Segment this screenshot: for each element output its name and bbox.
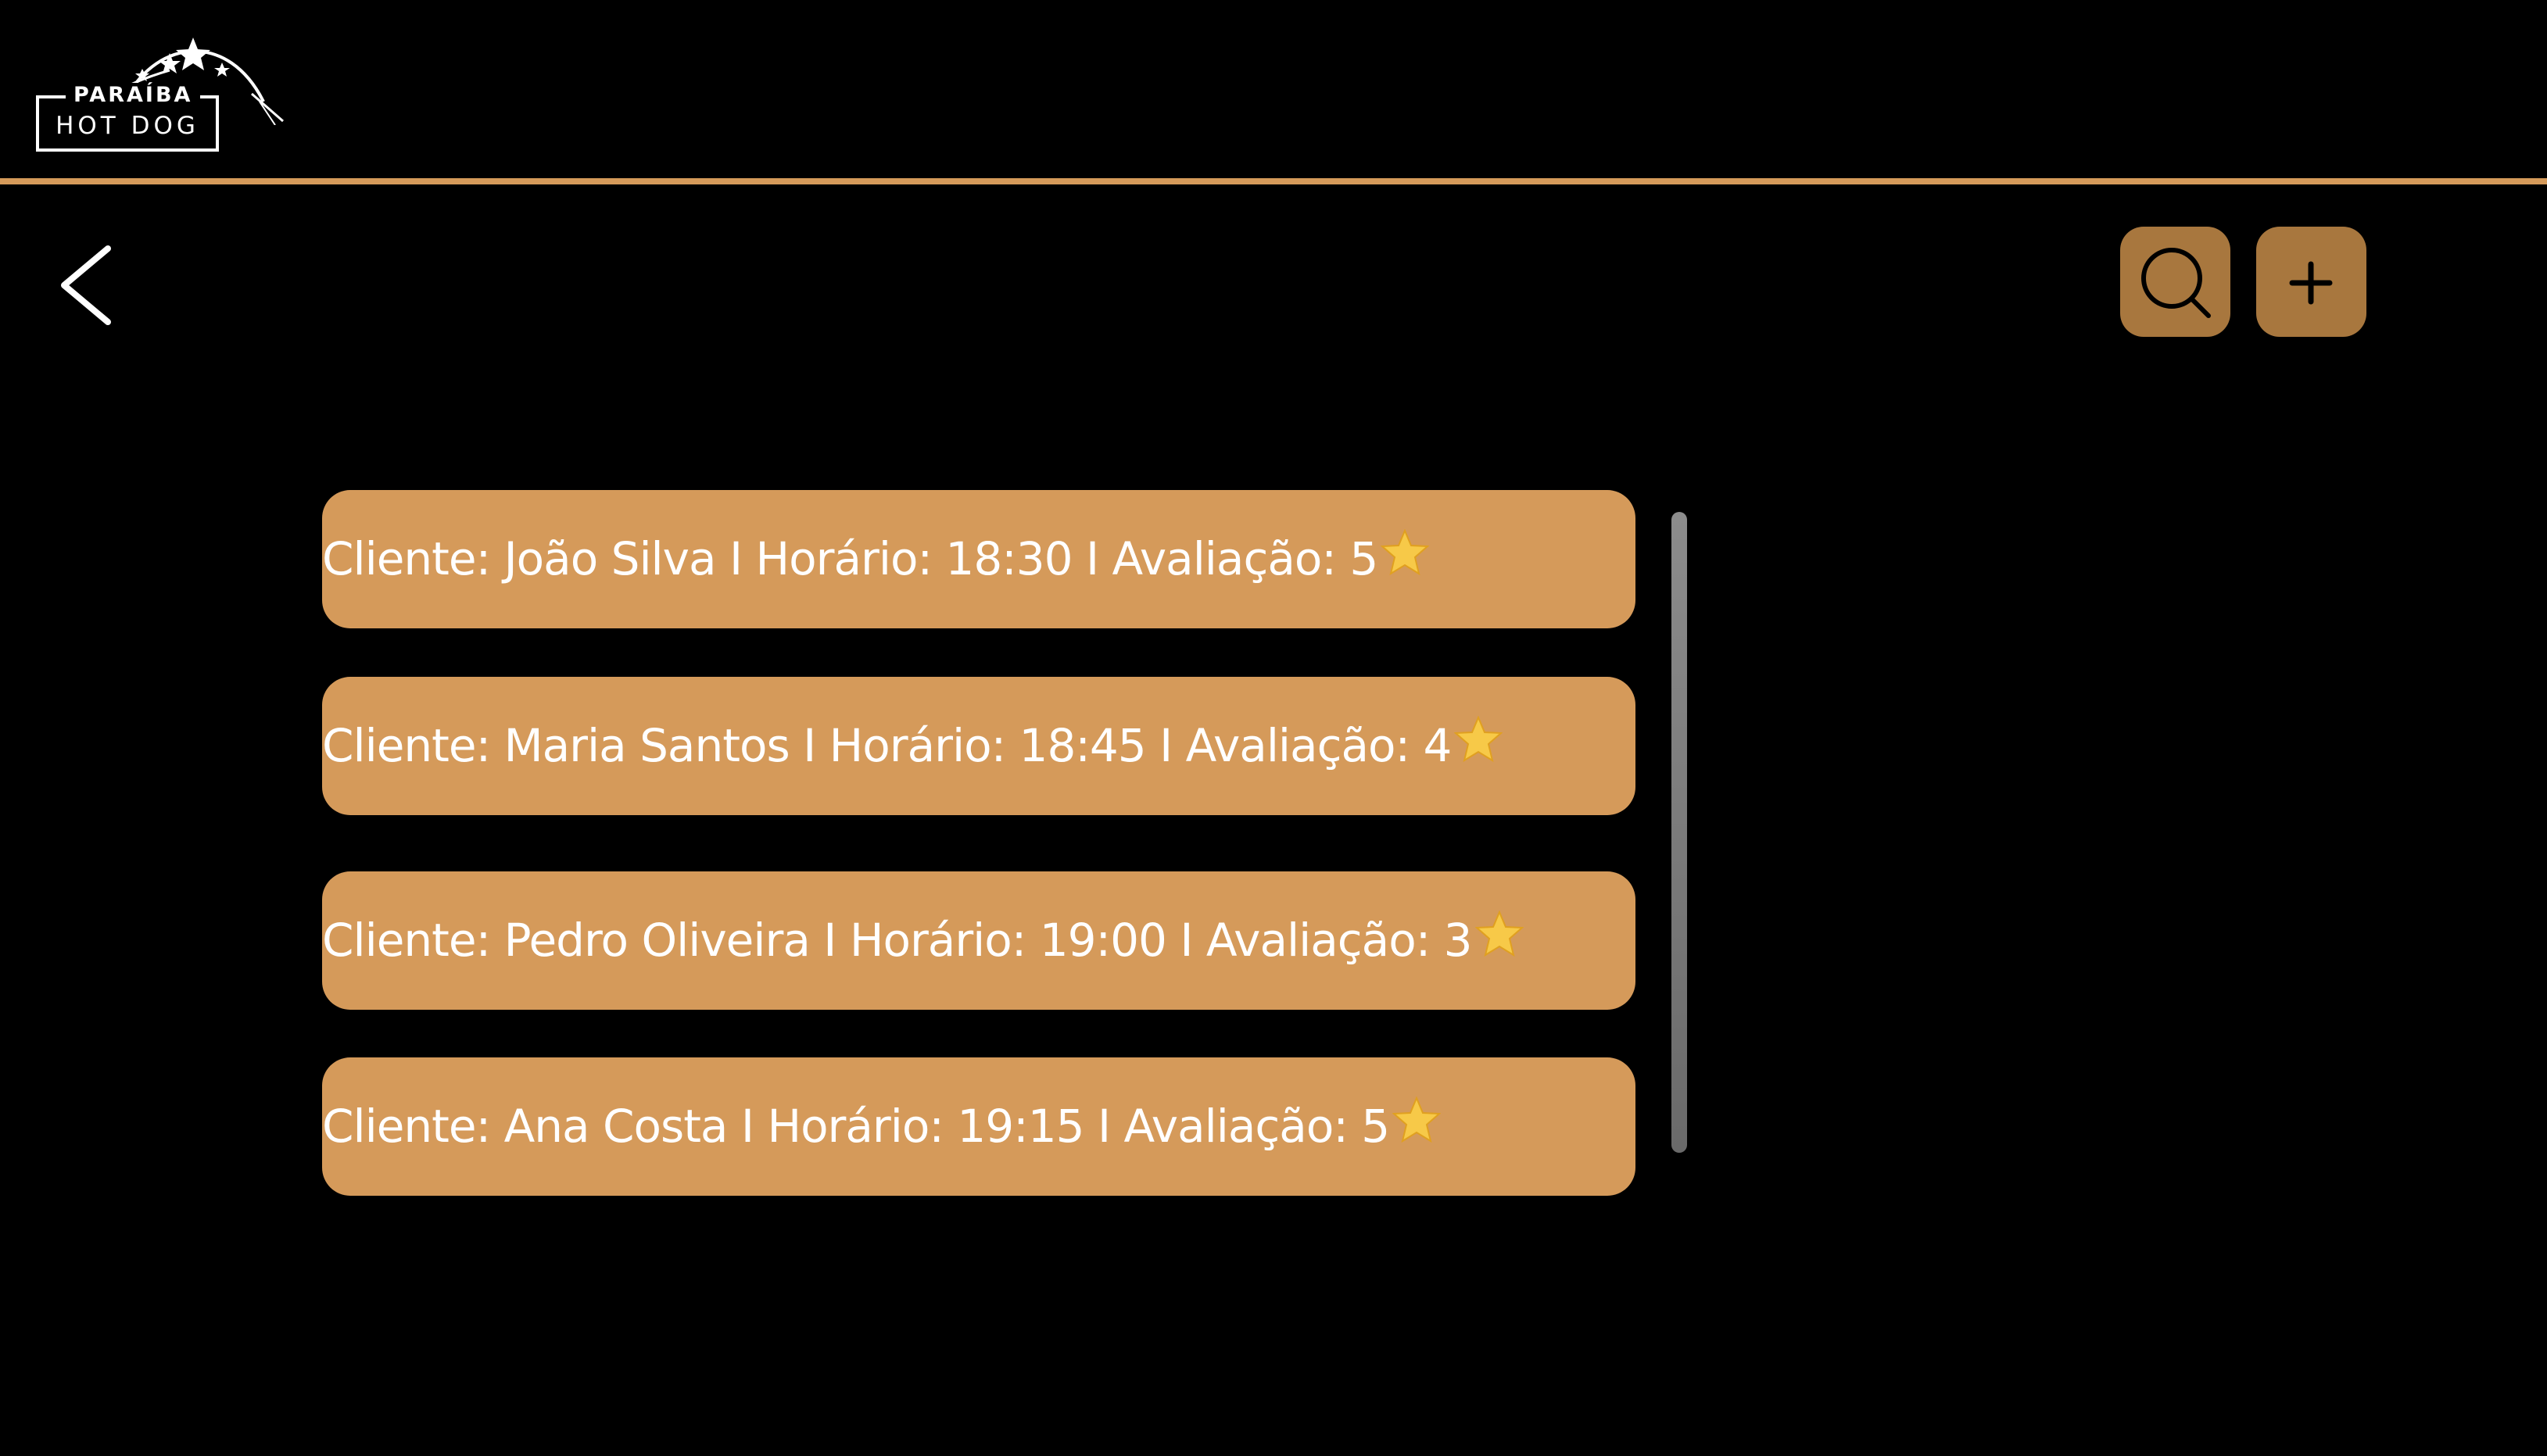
chevron-left-icon — [61, 245, 111, 325]
order-text: Cliente: Ana Costa I Horário: 19:15 I Av… — [322, 1100, 1390, 1153]
paraiba-hot-dog-logo: PARAÍBA HOT DOG — [33, 23, 284, 156]
order-text: Cliente: João Silva I Horário: 18:30 I A… — [322, 532, 1378, 585]
order-item-text: Cliente: Pedro Oliveira I Horário: 19:00… — [322, 871, 1524, 1010]
star-icon — [1454, 715, 1503, 762]
order-text: Cliente: Maria Santos I Horário: 18:45 I… — [322, 719, 1452, 772]
star-icon — [1392, 1096, 1442, 1143]
star-icon — [1381, 528, 1430, 575]
logo-top-text: PARAÍBA — [66, 83, 201, 108]
add-button[interactable] — [2256, 227, 2366, 337]
order-text: Cliente: Pedro Oliveira I Horário: 19:00… — [322, 914, 1473, 967]
search-button[interactable] — [2120, 227, 2230, 337]
star-icon — [1474, 910, 1524, 957]
search-icon — [2141, 248, 2211, 318]
header-divider — [0, 178, 2547, 184]
order-item[interactable]: Cliente: Ana Costa I Horário: 19:15 I Av… — [322, 1057, 1635, 1196]
list-scrollbar[interactable] — [1671, 512, 1687, 1153]
back-button[interactable] — [47, 234, 125, 336]
order-item-text: Cliente: João Silva I Horário: 18:30 I A… — [322, 490, 1430, 628]
order-item[interactable]: Cliente: Maria Santos I Horário: 18:45 I… — [322, 677, 1635, 815]
logo-bottom-text: HOT DOG — [56, 112, 199, 140]
order-item[interactable]: Cliente: Pedro Oliveira I Horário: 19:00… — [322, 871, 1635, 1010]
plus-icon — [2289, 261, 2333, 305]
app-header: PARAÍBA HOT DOG — [0, 0, 2547, 179]
order-item[interactable]: Cliente: João Silva I Horário: 18:30 I A… — [322, 490, 1635, 628]
order-item-text: Cliente: Ana Costa I Horário: 19:15 I Av… — [322, 1057, 1442, 1196]
order-item-text: Cliente: Maria Santos I Horário: 18:45 I… — [322, 677, 1503, 815]
